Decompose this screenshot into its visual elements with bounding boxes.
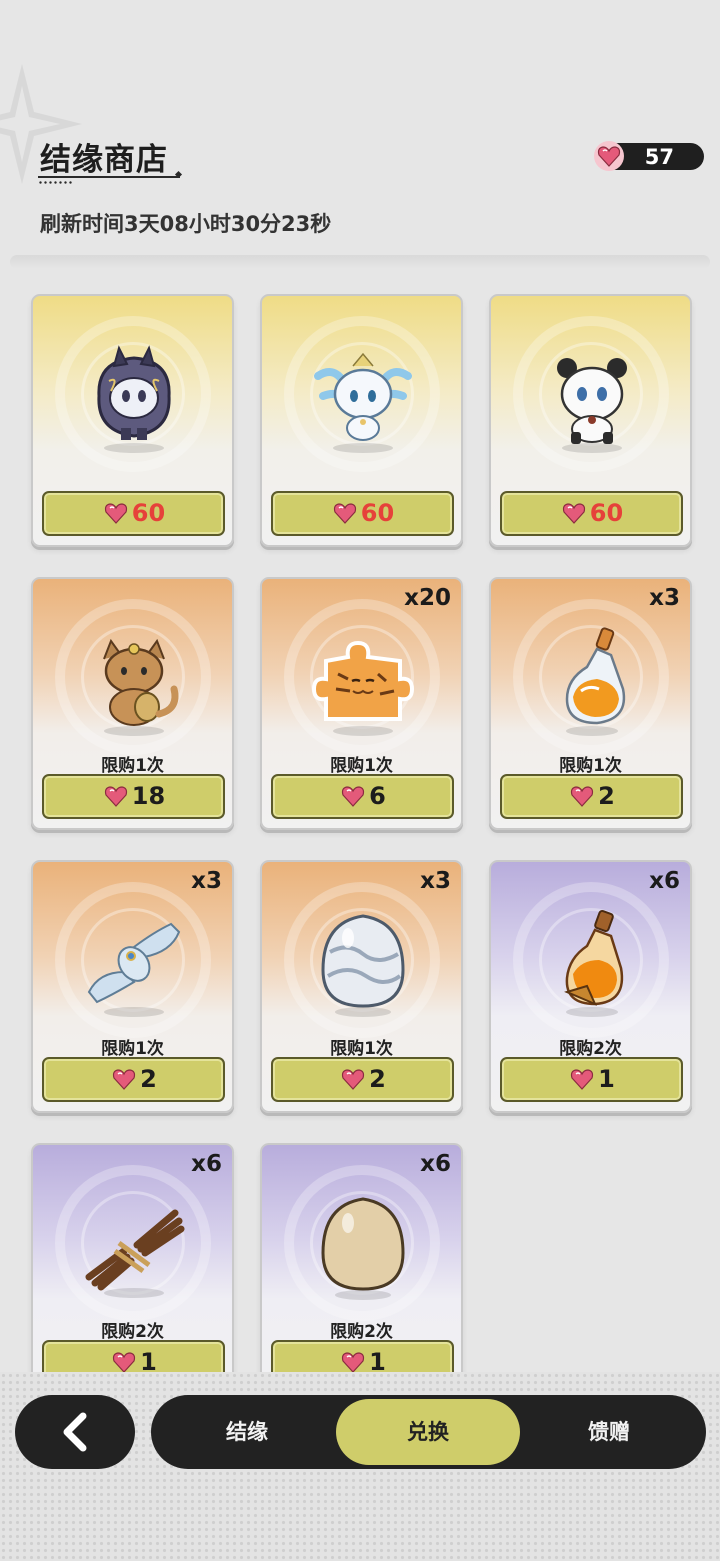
heart-gem-icon	[104, 786, 127, 807]
amber-potion-bottle-icon	[564, 909, 624, 1017]
twig-bundle-icon	[85, 1209, 185, 1298]
purchase-limit: 限购1次	[330, 1039, 393, 1059]
heart-gem-icon	[333, 503, 356, 524]
shop-item-amber-potion-bottle[interactable]: x6 限购2次 1	[489, 860, 692, 1113]
shop-item-plain-egg[interactable]: x6 限购2次 1	[260, 1143, 463, 1372]
heart-gem-icon	[342, 786, 365, 807]
purchase-limit: 限购1次	[330, 756, 393, 776]
shop-item-silver-egg[interactable]: x3 限购1次 2	[260, 860, 463, 1113]
item-quantity: x20	[404, 585, 451, 611]
page-title: 结缘商店	[40, 142, 168, 178]
tab-jieyuan[interactable]: 结缘	[155, 1399, 339, 1465]
price-value: 18	[131, 782, 166, 810]
price-button[interactable]: 18	[42, 774, 225, 819]
item-quantity: x6	[420, 1151, 451, 1177]
refresh-timer: 刷新时间3天08小时30分23秒	[40, 212, 332, 236]
shop-item-orange-potion-bottle[interactable]: x3 限购1次 2	[489, 577, 692, 830]
item-quantity: x3	[649, 585, 680, 611]
price-value: 60	[360, 499, 395, 527]
price-value: 60	[131, 499, 166, 527]
purchase-limit: 限购1次	[559, 756, 622, 776]
price-button[interactable]: 1	[42, 1340, 225, 1372]
purchase-limit: 限购2次	[559, 1039, 622, 1059]
heart-gem-icon	[594, 141, 624, 171]
price-button[interactable]: 2	[500, 774, 683, 819]
tab-kuizeng[interactable]: 馈赠	[517, 1399, 701, 1465]
heart-gem-icon	[342, 1352, 365, 1372]
chevron-left-icon	[63, 1412, 87, 1452]
item-quantity: x3	[420, 868, 451, 894]
heart-gem-icon	[104, 503, 127, 524]
currency-counter[interactable]: 57	[594, 141, 704, 171]
heart-gem-icon	[113, 1352, 136, 1372]
price-value: 2	[598, 782, 615, 810]
purchase-limit: 限购2次	[330, 1322, 393, 1342]
panda-pet-icon	[557, 358, 627, 453]
heart-gem-icon	[571, 1069, 594, 1090]
orange-potion-bottle-icon	[565, 627, 626, 736]
shop-item-cloth-scroll[interactable]: x3 限购1次 2	[31, 860, 234, 1113]
item-quantity: x6	[191, 1151, 222, 1177]
price-button[interactable]: 2	[42, 1057, 225, 1102]
header-divider	[10, 255, 710, 269]
currency-amount: 57	[644, 145, 674, 169]
heart-gem-icon	[113, 1069, 136, 1090]
price-value: 2	[369, 1065, 386, 1093]
purchase-limit: 限购1次	[101, 756, 164, 776]
heart-gem-icon	[342, 1069, 365, 1090]
price-value: 6	[369, 782, 386, 810]
item-grid: 60 60 60 限购1次 18 x20 限购1次 6 x3 限购1次 2 x3…	[0, 270, 720, 1372]
lucky-dog-pet-icon	[103, 638, 179, 736]
price-value: 1	[369, 1348, 386, 1372]
heart-gem-icon	[571, 786, 594, 807]
price-value: 60	[589, 499, 624, 527]
shop-item-panda-pet[interactable]: 60	[489, 294, 692, 547]
silver-egg-icon	[321, 914, 405, 1017]
tiger-puzzle-piece-icon	[311, 640, 415, 736]
item-quantity: x6	[649, 868, 680, 894]
price-value: 1	[140, 1348, 157, 1372]
shop-item-dark-spirit-pet[interactable]: 60	[31, 294, 234, 547]
price-button[interactable]: 60	[500, 491, 683, 536]
purchase-limit: 限购2次	[101, 1322, 164, 1342]
ice-dragon-pet-icon	[314, 352, 412, 453]
price-button[interactable]: 6	[271, 774, 454, 819]
price-button[interactable]: 60	[42, 491, 225, 536]
title-dots	[38, 181, 72, 184]
shop-item-lucky-dog-pet[interactable]: 限购1次 18	[31, 577, 234, 830]
tab-duihuan[interactable]: 兑换	[336, 1399, 520, 1465]
price-button[interactable]: 1	[271, 1340, 454, 1372]
price-value: 1	[598, 1065, 615, 1093]
price-button[interactable]: 60	[271, 491, 454, 536]
shop-item-twig-bundle[interactable]: x6 限购2次 1	[31, 1143, 234, 1372]
price-button[interactable]: 1	[500, 1057, 683, 1102]
cloth-scroll-icon	[87, 922, 181, 1017]
shop-item-ice-dragon-pet[interactable]: 60	[260, 294, 463, 547]
price-value: 2	[140, 1065, 157, 1093]
plain-egg-icon	[321, 1197, 405, 1300]
title-underline	[38, 176, 180, 178]
shop-item-tiger-puzzle-piece[interactable]: x20 限购1次 6	[260, 577, 463, 830]
item-quantity: x3	[191, 868, 222, 894]
dark-spirit-pet-icon	[97, 345, 171, 453]
tab-bar: 结缘 兑换 馈赠	[151, 1395, 706, 1469]
purchase-limit: 限购1次	[101, 1039, 164, 1059]
heart-gem-icon	[562, 503, 585, 524]
price-button[interactable]: 2	[271, 1057, 454, 1102]
back-button[interactable]	[15, 1395, 135, 1469]
shop-header: 结缘商店 刷新时间3天08小时30分23秒 57	[0, 0, 720, 269]
